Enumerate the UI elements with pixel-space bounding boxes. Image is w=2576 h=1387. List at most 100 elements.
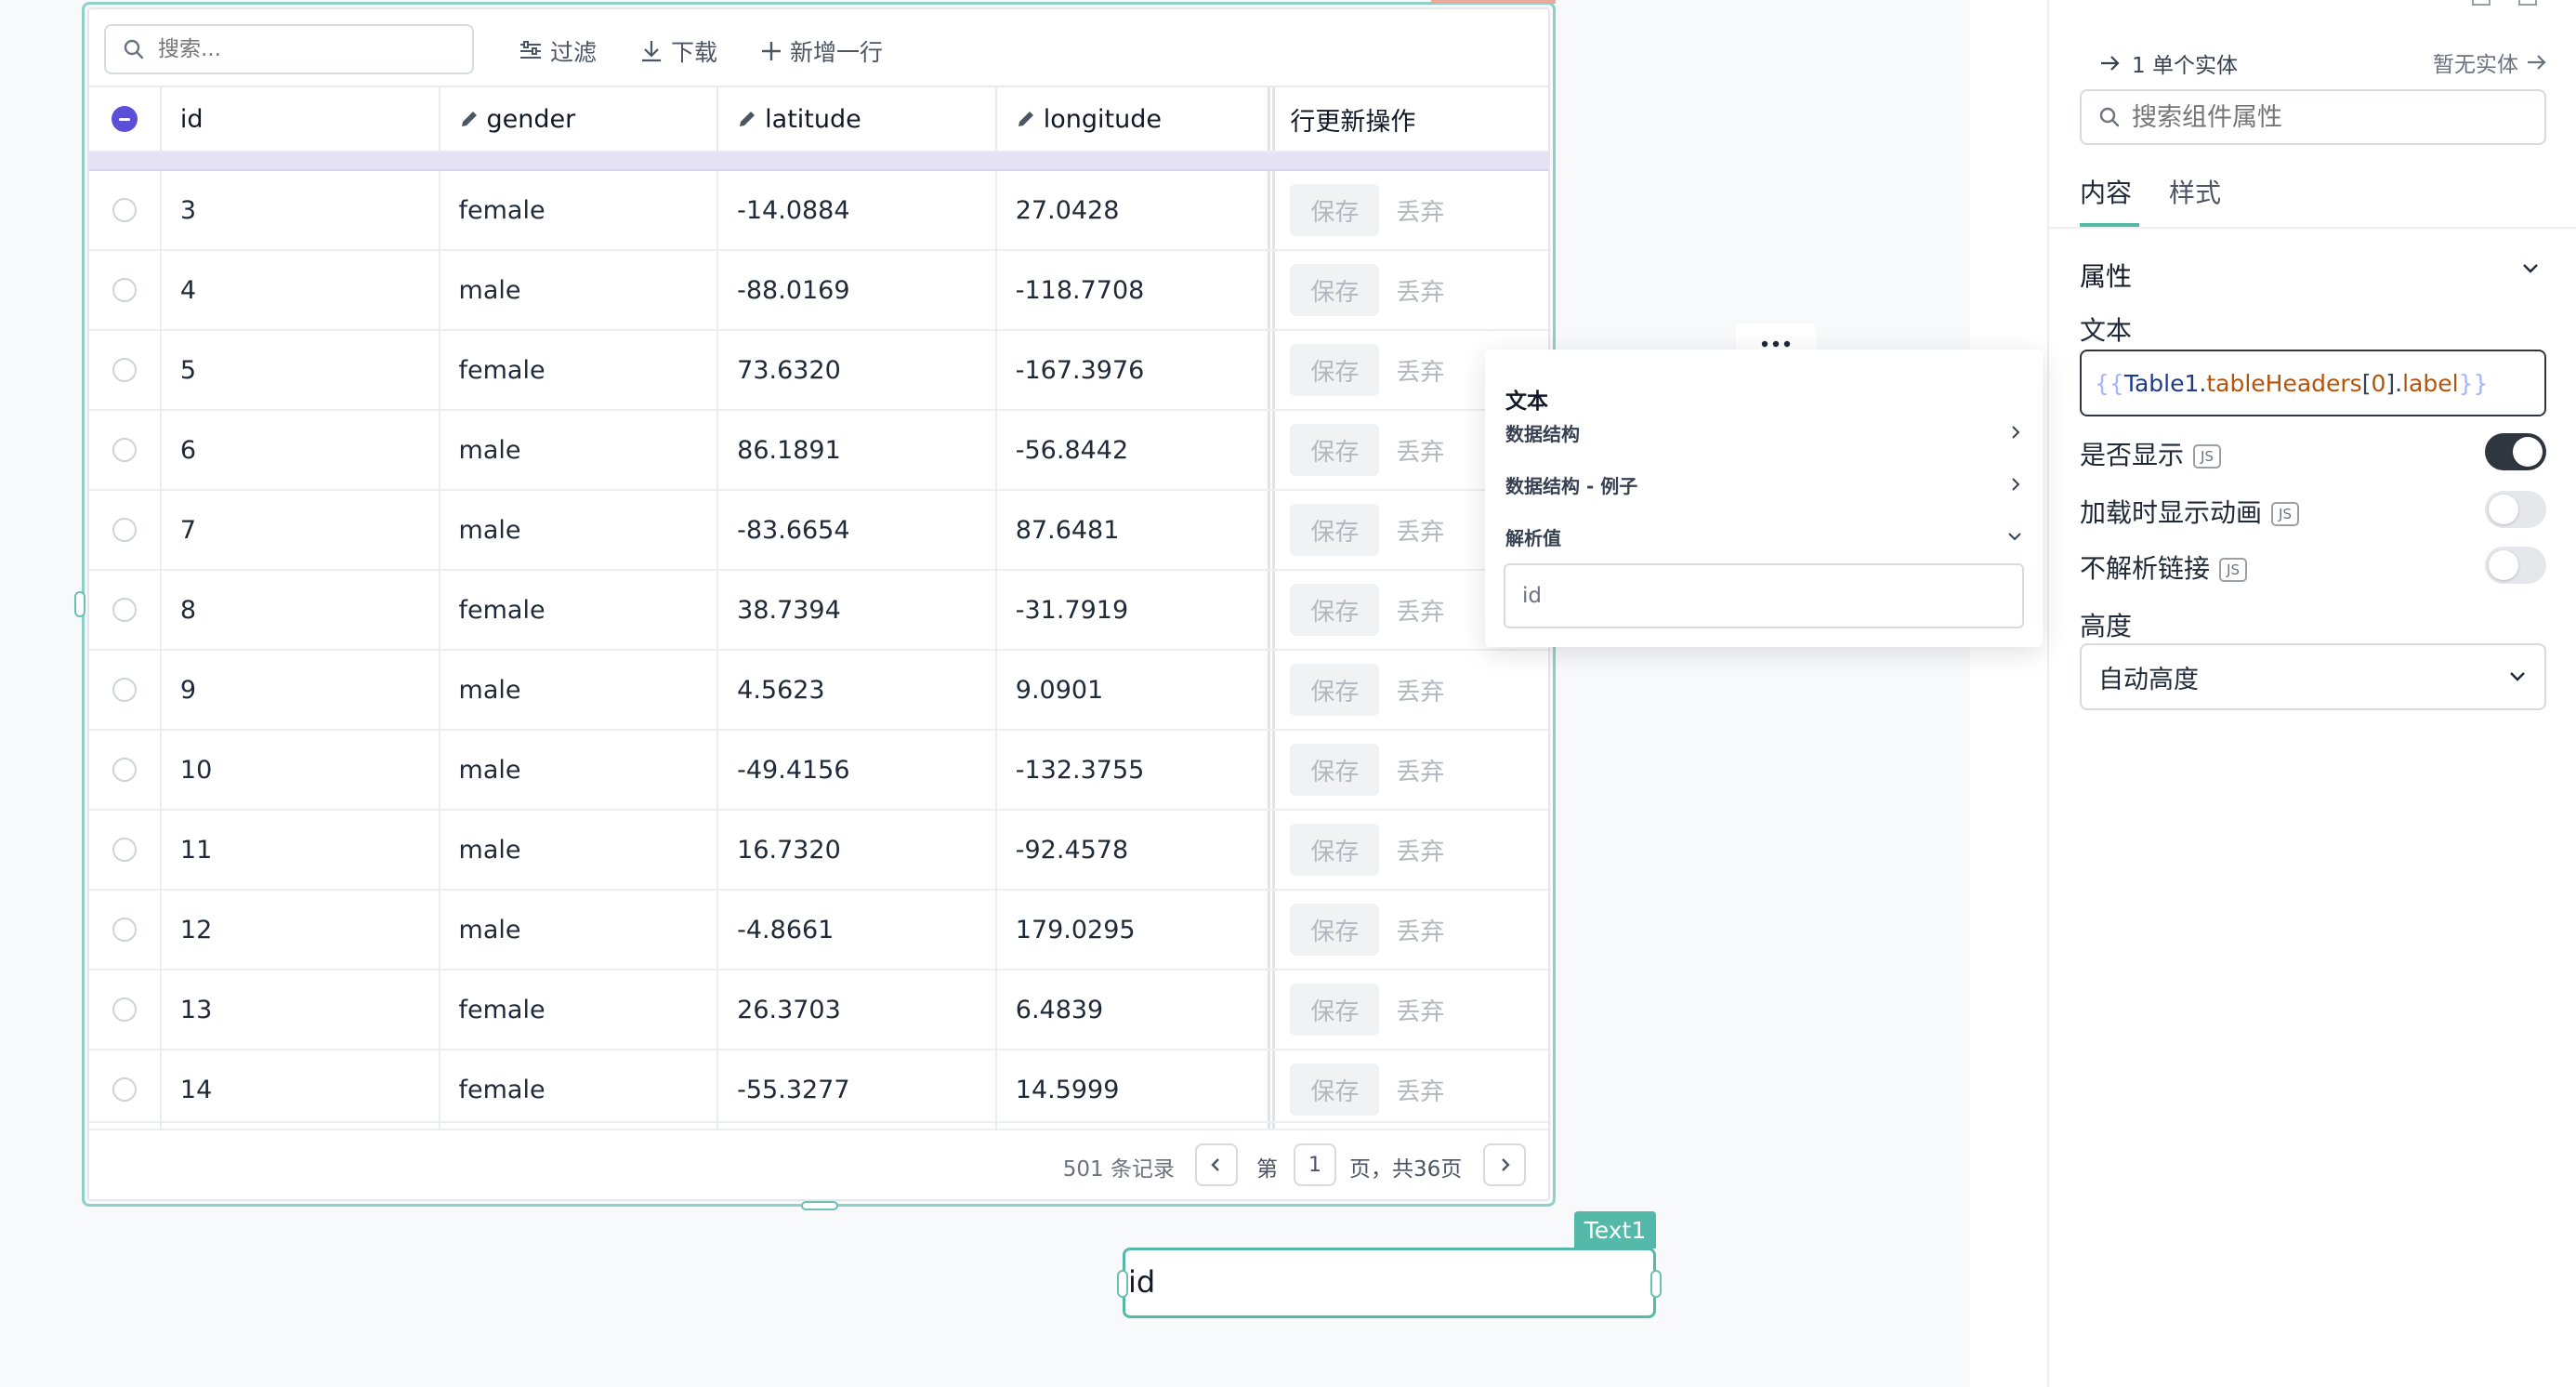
section-title-properties[interactable]: 属性 — [2080, 257, 2132, 294]
text1-widget[interactable] — [1123, 1248, 1656, 1318]
popover-data-structure-example[interactable]: 数据结构 - 例子 — [1505, 470, 2022, 498]
cell-latitude[interactable]: 26.3703 — [718, 971, 997, 1049]
js-toggle-badge[interactable]: JS — [2271, 502, 2300, 526]
js-toggle-badge[interactable]: JS — [2193, 444, 2222, 469]
cell-gender[interactable]: female — [440, 331, 719, 409]
checkbox-circle[interactable] — [112, 438, 137, 462]
cell-id[interactable]: 12 — [162, 891, 440, 969]
cell-id[interactable]: 11 — [162, 811, 440, 889]
checkbox-circle[interactable] — [112, 678, 137, 702]
checkbox-circle[interactable] — [112, 518, 137, 542]
cell-gender[interactable]: male — [440, 651, 719, 729]
property-search-input[interactable] — [2132, 102, 2522, 132]
cell-longitude[interactable]: 179.0295 — [997, 891, 1276, 969]
widget-name-tag[interactable]: Text1 — [1574, 1211, 1656, 1248]
select-all-checkbox[interactable] — [89, 87, 162, 151]
table-row[interactable]: 5 female 73.6320 -167.3976 保存 丢弃 — [89, 331, 1548, 411]
table-row[interactable]: 3 female -14.0884 27.0428 保存 丢弃 — [89, 171, 1548, 251]
cell-gender[interactable]: male — [440, 411, 719, 489]
table-row[interactable]: 9 male 4.5623 9.0901 保存 丢弃 — [89, 651, 1548, 731]
table-row[interactable]: 7 male -83.6654 87.6481 保存 丢弃 — [89, 491, 1548, 571]
cell-id[interactable]: 13 — [162, 971, 440, 1049]
loading-animation-toggle[interactable] — [2485, 491, 2546, 528]
save-row-button[interactable]: 保存 — [1290, 904, 1380, 956]
row-checkbox[interactable] — [89, 891, 162, 969]
checkbox-circle[interactable] — [112, 598, 137, 622]
discard-row-button[interactable]: 丢弃 — [1396, 673, 1444, 707]
checkbox-circle[interactable] — [112, 198, 137, 222]
cell-longitude[interactable]: 14.5999 — [997, 1050, 1276, 1129]
cell-id[interactable]: 6 — [162, 411, 440, 489]
table-row[interactable]: 10 male -49.4156 -132.3755 保存 丢弃 — [89, 731, 1548, 811]
row-checkbox[interactable] — [89, 1050, 162, 1129]
resize-handle-right[interactable] — [1650, 1270, 1662, 1298]
cell-latitude[interactable]: 73.6320 — [718, 331, 997, 409]
cell-latitude[interactable]: -49.4156 — [718, 731, 997, 809]
discard-row-button[interactable]: 丢弃 — [1396, 353, 1444, 388]
row-checkbox[interactable] — [89, 651, 162, 729]
cell-gender[interactable]: female — [440, 1050, 719, 1129]
cell-longitude[interactable]: -56.8442 — [997, 411, 1276, 489]
table-row[interactable]: 11 male 16.7320 -92.4578 保存 丢弃 — [89, 811, 1548, 891]
row-checkbox[interactable] — [89, 811, 162, 889]
checkbox-circle[interactable] — [112, 758, 137, 782]
row-checkbox[interactable] — [89, 571, 162, 649]
discard-row-button[interactable]: 丢弃 — [1396, 1073, 1444, 1107]
cell-gender[interactable]: male — [440, 491, 719, 569]
prev-page-button[interactable] — [1195, 1143, 1238, 1186]
cell-latitude[interactable]: -55.3277 — [718, 1050, 997, 1129]
no-entity-link[interactable]: 暂无实体 — [2433, 46, 2548, 78]
discard-row-button[interactable]: 丢弃 — [1396, 433, 1444, 468]
cell-gender[interactable]: male — [440, 811, 719, 889]
table-row[interactable]: 12 male -4.8661 179.0295 保存 丢弃 — [89, 891, 1548, 971]
cell-id[interactable]: 5 — [162, 331, 440, 409]
resize-handle-left[interactable] — [74, 591, 85, 617]
panel-top-icon[interactable] — [2518, 0, 2537, 6]
resize-handle-bottom[interactable] — [801, 1201, 838, 1210]
row-checkbox[interactable] — [89, 731, 162, 809]
cell-latitude[interactable]: -88.0169 — [718, 251, 997, 329]
column-header-id[interactable]: id — [162, 87, 440, 151]
popover-data-structure[interactable]: 数据结构 — [1505, 418, 2022, 446]
cell-longitude[interactable]: 6.4839 — [997, 971, 1276, 1049]
visible-toggle[interactable] — [2485, 433, 2546, 470]
height-select[interactable]: 自动高度 — [2080, 643, 2546, 710]
save-row-button[interactable]: 保存 — [1290, 424, 1380, 476]
discard-row-button[interactable]: 丢弃 — [1396, 193, 1444, 228]
cell-longitude[interactable]: -31.7919 — [997, 571, 1276, 649]
panel-top-icon[interactable] — [2472, 0, 2491, 6]
cell-id[interactable]: 10 — [162, 731, 440, 809]
discard-row-button[interactable]: 丢弃 — [1396, 993, 1444, 1027]
cell-latitude[interactable]: -83.6654 — [718, 491, 997, 569]
cell-longitude[interactable]: -167.3976 — [997, 331, 1276, 409]
save-row-button[interactable]: 保存 — [1290, 824, 1380, 876]
cell-id[interactable]: 14 — [162, 1050, 440, 1129]
cell-longitude[interactable]: 9.0901 — [997, 651, 1276, 729]
tab-content[interactable]: 内容 — [2080, 173, 2132, 210]
checkbox-circle[interactable] — [112, 358, 137, 382]
table-row[interactable]: 8 female 38.7394 -31.7919 保存 丢弃 — [89, 571, 1548, 651]
cell-id[interactable]: 3 — [162, 171, 440, 249]
discard-row-button[interactable]: 丢弃 — [1396, 273, 1444, 308]
cell-latitude[interactable]: 16.7320 — [718, 811, 997, 889]
row-checkbox[interactable] — [89, 491, 162, 569]
checkbox-circle[interactable] — [112, 278, 137, 302]
column-header-latitude[interactable]: latitude — [718, 87, 997, 151]
cell-longitude[interactable]: -132.3755 — [997, 731, 1276, 809]
discard-row-button[interactable]: 丢弃 — [1396, 593, 1444, 627]
row-checkbox[interactable] — [89, 251, 162, 329]
discard-row-button[interactable]: 丢弃 — [1396, 833, 1444, 867]
cell-gender[interactable]: female — [440, 571, 719, 649]
checkbox-circle[interactable] — [112, 918, 137, 942]
table-row[interactable]: 4 male -88.0169 -118.7708 保存 丢弃 — [89, 251, 1548, 331]
cell-longitude[interactable]: 87.6481 — [997, 491, 1276, 569]
cell-gender[interactable]: male — [440, 891, 719, 969]
table-row[interactable]: 14 female -55.3277 14.5999 保存 丢弃 — [89, 1050, 1548, 1130]
row-checkbox[interactable] — [89, 171, 162, 249]
cell-id[interactable]: 7 — [162, 491, 440, 569]
save-row-button[interactable]: 保存 — [1290, 1063, 1380, 1116]
cell-gender[interactable]: male — [440, 731, 719, 809]
discard-row-button[interactable]: 丢弃 — [1396, 753, 1444, 787]
table-search-input[interactable] — [158, 37, 437, 61]
page-number-input[interactable]: 1 — [1294, 1143, 1336, 1186]
